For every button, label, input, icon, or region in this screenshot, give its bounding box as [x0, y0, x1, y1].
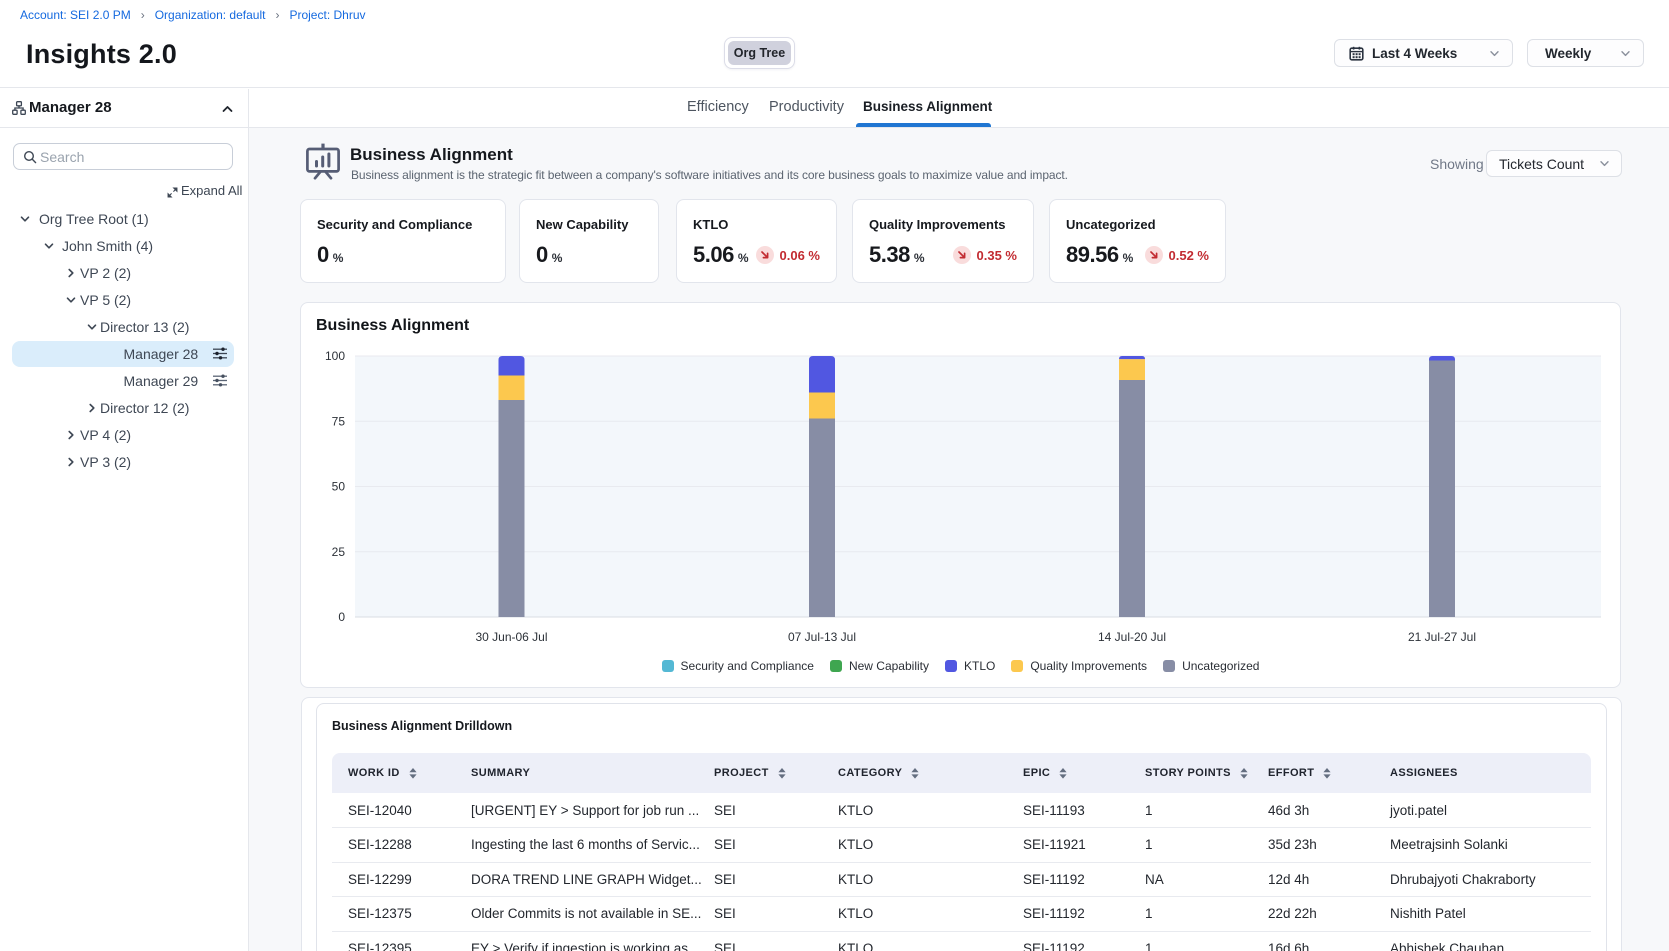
svg-text:50: 50	[332, 480, 346, 494]
svg-text:0: 0	[338, 610, 345, 624]
svg-text:30 Jun-06 Jul: 30 Jun-06 Jul	[475, 630, 547, 644]
svg-text:21 Jul-27 Jul: 21 Jul-27 Jul	[1408, 630, 1476, 644]
svg-text:100: 100	[325, 349, 345, 363]
svg-text:07 Jul-13 Jul: 07 Jul-13 Jul	[788, 630, 856, 644]
svg-text:14 Jul-20 Jul: 14 Jul-20 Jul	[1098, 630, 1166, 644]
svg-text:25: 25	[332, 545, 346, 559]
svg-text:75: 75	[332, 414, 346, 428]
